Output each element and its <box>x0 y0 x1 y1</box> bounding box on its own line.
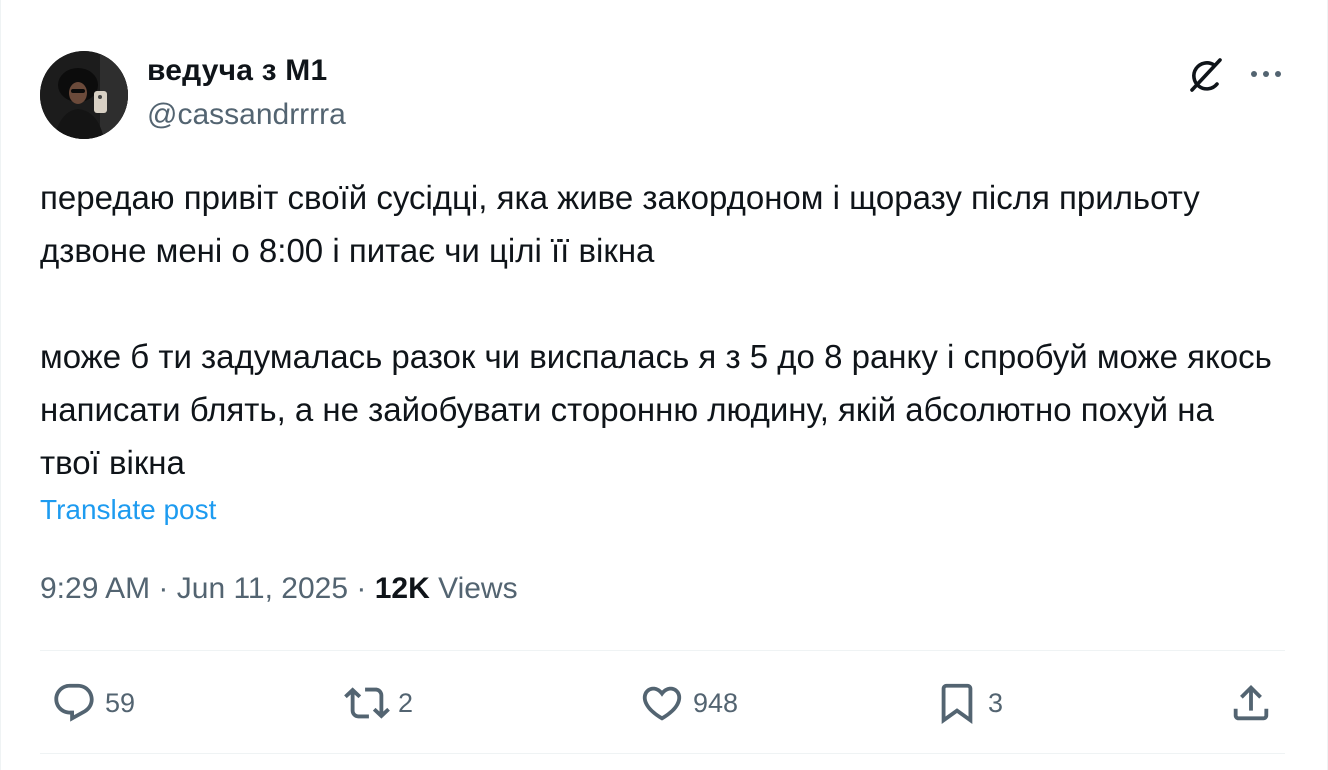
more-icon[interactable] <box>1247 55 1285 93</box>
divider <box>40 753 1285 754</box>
reply-count: 59 <box>105 687 136 718</box>
share-icon <box>1233 684 1269 721</box>
tweet-date[interactable]: Jun 11, 2025 <box>177 572 348 605</box>
views-count: 12K <box>374 572 430 605</box>
tweet-text: передаю привіт своїй сусідці, яка живе з… <box>40 179 1272 481</box>
meta-separator: · <box>356 572 367 605</box>
display-name[interactable]: ведуча з М1 <box>147 54 327 88</box>
like-button[interactable]: 948 <box>639 680 738 726</box>
reply-icon <box>54 683 94 722</box>
divider <box>40 650 1285 651</box>
views-label: Views <box>438 572 518 605</box>
repost-icon <box>344 687 390 719</box>
meta-separator: · <box>158 572 169 605</box>
avatar[interactable] <box>40 51 128 139</box>
reply-button[interactable]: 59 <box>51 680 135 726</box>
grok-icon[interactable] <box>1184 54 1226 96</box>
heart-icon <box>642 686 682 721</box>
translate-post-link[interactable]: Translate post <box>40 494 216 526</box>
bookmark-button[interactable]: 3 <box>934 680 1003 726</box>
tweet-card: ведуча з М1 @cassandrrrra передаю привіт… <box>0 0 1328 770</box>
share-button[interactable] <box>1228 680 1274 726</box>
repost-button[interactable]: 2 <box>344 680 413 726</box>
bookmark-count: 3 <box>988 687 1004 718</box>
tweet-time[interactable]: 9:29 AM <box>40 572 150 605</box>
repost-count: 2 <box>398 687 414 718</box>
bookmark-icon <box>941 683 973 724</box>
like-count: 948 <box>693 687 739 718</box>
user-handle[interactable]: @cassandrrrra <box>147 98 346 132</box>
tweet-meta: 9:29 AM · Jun 11, 2025 · 12K Views <box>40 572 518 606</box>
